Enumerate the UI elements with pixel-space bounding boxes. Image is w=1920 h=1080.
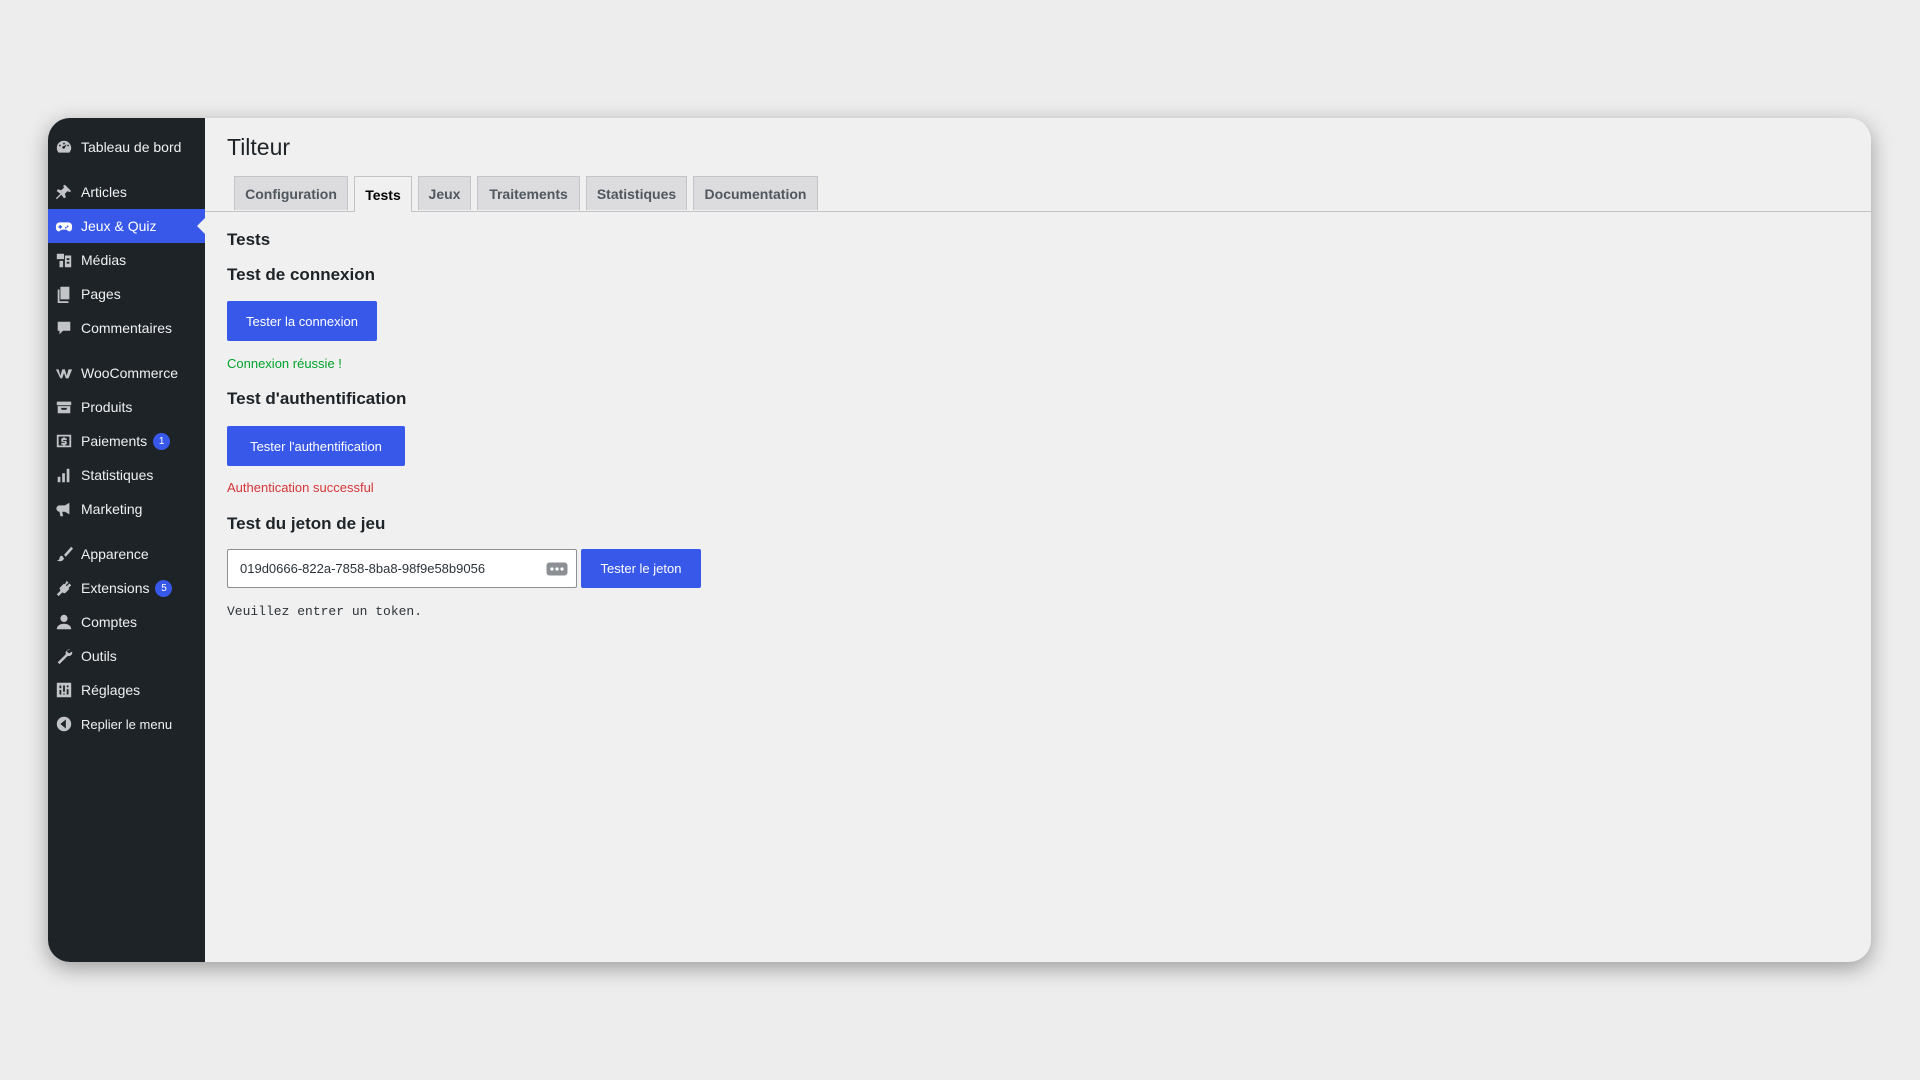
sidebar-item-produits[interactable]: Produits [48,390,205,424]
heading-connection-test: Test de connexion [227,265,375,284]
comment-icon [55,319,73,337]
archive-icon [55,398,73,416]
sidebar-item-label: Comptes [81,614,138,630]
sidebar-item-comptes[interactable]: Comptes [48,605,205,639]
plugin-icon [55,579,73,597]
sidebar-item-extensions[interactable]: Extensions 5 [48,571,205,605]
heading-auth-test: Test d'authentification [227,389,407,408]
paintbrush-icon [55,545,73,563]
auth-status: Authentication successful [227,480,374,495]
sidebar-item-label: Statistiques [81,467,154,483]
sidebar-item-label: Réglages [81,682,141,698]
tab-statistiques[interactable]: Statistiques [586,176,687,210]
tab-bar: Configuration Tests Jeux Traitements Sta… [205,176,1871,212]
sidebar-item-label: Produits [81,399,133,415]
sidebar-item-pages[interactable]: Pages [48,277,205,311]
notification-badge: 5 [155,579,173,597]
collapse-arrow-icon [55,715,73,733]
sidebar-item-statistiques[interactable]: Statistiques [48,458,205,492]
heading-token-test: Test du jeton de jeu [227,514,386,533]
sidebar-item-outils[interactable]: Outils [48,639,205,673]
sidebar-item-label: WooCommerce [81,365,178,381]
bar-chart-icon [55,466,73,484]
sidebar-item-jeux-quiz[interactable]: Jeux & Quiz [48,209,205,243]
app-window: Tableau de bord Articles Jeux & Quiz Méd… [48,118,1871,962]
sidebar-item-apparence[interactable]: Apparence [48,537,205,571]
sidebar-item-label: Articles [81,184,127,200]
tab-jeux[interactable]: Jeux [418,176,471,210]
megaphone-icon [55,500,73,518]
tab-tests[interactable]: Tests [354,176,412,212]
sidebar-item-label: Extensions [81,580,150,596]
notification-badge: 1 [153,432,171,450]
tab-configuration[interactable]: Configuration [234,176,348,210]
sidebar-item-articles[interactable]: Articles [48,175,205,209]
connection-status: Connexion réussie ! [227,356,342,371]
dollar-icon [55,432,73,450]
test-token-button[interactable]: Tester le jeton [581,549,701,588]
sidebar-item-commentaires[interactable]: Commentaires [48,311,205,345]
sidebar-item-label: Marketing [81,501,143,517]
sidebar-item-label: Replier le menu [81,716,173,732]
sidebar-item-label: Jeux & Quiz [81,218,157,234]
user-icon [55,613,73,631]
sidebar-item-reglages[interactable]: Réglages [48,673,205,707]
sidebar-item-label: Commentaires [81,320,173,336]
tab-documentation[interactable]: Documentation [693,176,818,210]
admin-sidebar: Tableau de bord Articles Jeux & Quiz Méd… [48,118,205,962]
sidebar-item-label: Tableau de bord [81,139,182,155]
tab-traitements[interactable]: Traitements [477,176,580,210]
sidebar-item-woocommerce[interactable]: WooCommerce [48,356,205,390]
password-manager-icon[interactable] [546,562,568,576]
media-icon [55,251,73,269]
woocommerce-icon [55,364,73,382]
sidebar-item-label: Pages [81,286,121,302]
dashboard-icon [55,138,73,156]
collapse-menu-button[interactable]: Replier le menu [48,707,205,741]
sidebar-item-paiements[interactable]: Paiements 1 [48,424,205,458]
test-connection-button[interactable]: Tester la connexion [227,301,377,341]
pages-icon [55,285,73,303]
token-input[interactable] [228,550,552,587]
token-field [227,549,577,588]
main-content: Tilteur Configuration Tests Jeux Traitem… [205,118,1871,962]
sidebar-item-label: Apparence [81,546,149,562]
sidebar-item-medias[interactable]: Médias [48,243,205,277]
token-message: Veuillez entrer un token. [227,604,423,619]
sidebar-item-marketing[interactable]: Marketing [48,492,205,526]
settings-icon [55,681,73,699]
pin-icon [55,183,73,201]
sidebar-item-dashboard[interactable]: Tableau de bord [48,130,205,164]
sidebar-item-label: Médias [81,252,127,268]
sidebar-item-label: Paiements [81,433,148,449]
section-heading-tests: Tests [227,230,271,249]
test-auth-button[interactable]: Tester l'authentification [227,426,405,466]
sidebar-item-label: Outils [81,648,117,664]
gamepad-icon [55,217,73,235]
page-title: Tilteur [227,134,291,160]
wrench-icon [55,647,73,665]
